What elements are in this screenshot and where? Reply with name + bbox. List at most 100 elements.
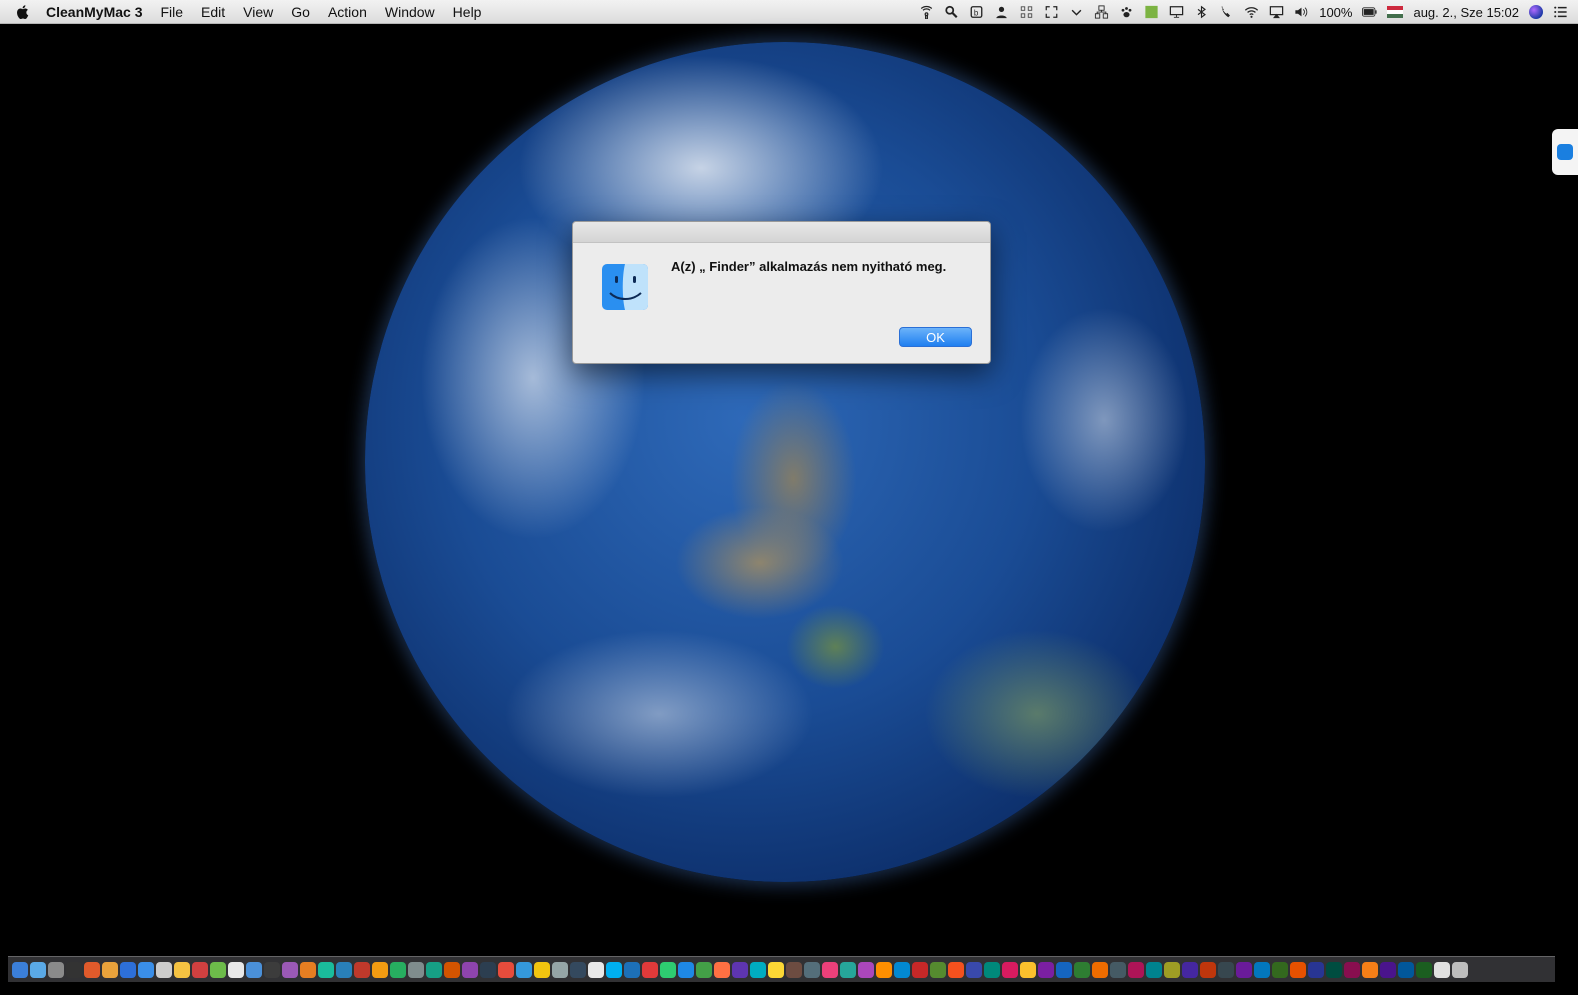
dock-app-icon[interactable] bbox=[1398, 961, 1414, 978]
dock-app-icon[interactable] bbox=[1272, 961, 1288, 978]
dock-app-icon[interactable] bbox=[1254, 961, 1270, 978]
dock-app-icon[interactable] bbox=[822, 961, 838, 978]
dock-app-icon[interactable] bbox=[642, 961, 658, 978]
dock-app-icon[interactable] bbox=[1038, 961, 1054, 978]
clock[interactable]: aug. 2., Sze 15:02 bbox=[1413, 5, 1519, 20]
teamviewer-tab[interactable] bbox=[1552, 129, 1578, 175]
dock-app-icon[interactable] bbox=[1200, 961, 1216, 978]
dock-app-icon[interactable] bbox=[696, 961, 712, 978]
dock-app-icon[interactable] bbox=[984, 961, 1000, 978]
search-tool-icon[interactable] bbox=[944, 5, 959, 19]
menu-edit[interactable]: Edit bbox=[201, 4, 225, 20]
apple-icon[interactable] bbox=[14, 3, 32, 21]
dock-app-icon[interactable] bbox=[1146, 961, 1162, 978]
ok-button[interactable]: OK bbox=[899, 327, 972, 347]
dock-app-icon[interactable] bbox=[318, 961, 334, 978]
airport-icon[interactable] bbox=[919, 5, 934, 19]
dock-app-icon[interactable] bbox=[1182, 961, 1198, 978]
wifi-icon[interactable] bbox=[1244, 5, 1259, 19]
dock-app-icon[interactable] bbox=[120, 961, 136, 978]
dock-app-icon[interactable] bbox=[246, 961, 262, 978]
dock-app-icon[interactable] bbox=[1380, 961, 1396, 978]
dock-app-icon[interactable] bbox=[552, 961, 568, 978]
battery-icon[interactable] bbox=[1362, 5, 1378, 19]
dock-app-icon[interactable] bbox=[480, 961, 496, 978]
menu-file[interactable]: File bbox=[160, 4, 183, 20]
dock-app-icon[interactable] bbox=[840, 961, 856, 978]
dock-app-icon[interactable] bbox=[1308, 961, 1324, 978]
dock-app-icon[interactable] bbox=[1218, 961, 1234, 978]
dock-app-icon[interactable] bbox=[1128, 961, 1144, 978]
dock-app-icon[interactable] bbox=[1326, 961, 1342, 978]
dock-app-icon[interactable] bbox=[228, 961, 244, 978]
dock-app-icon[interactable] bbox=[372, 961, 388, 978]
dock-app-icon[interactable] bbox=[516, 961, 532, 978]
menu-action[interactable]: Action bbox=[328, 4, 367, 20]
dialog-titlebar[interactable] bbox=[573, 222, 990, 243]
dock-app-icon[interactable] bbox=[498, 961, 514, 978]
dock-app-icon[interactable] bbox=[84, 961, 100, 978]
menu-app-name[interactable]: CleanMyMac 3 bbox=[46, 4, 142, 20]
battery-percent[interactable]: 100% bbox=[1319, 5, 1352, 20]
dock-app-icon[interactable] bbox=[282, 961, 298, 978]
dock-app-icon[interactable] bbox=[1452, 961, 1468, 978]
phone-icon[interactable] bbox=[1219, 5, 1234, 19]
siri-icon[interactable] bbox=[1529, 5, 1543, 19]
dock-app-icon[interactable] bbox=[606, 961, 622, 978]
menu-view[interactable]: View bbox=[243, 4, 273, 20]
dock-app-icon[interactable] bbox=[408, 961, 424, 978]
dock-app-icon[interactable] bbox=[48, 961, 64, 978]
dock-app-icon[interactable] bbox=[804, 961, 820, 978]
menu-help[interactable]: Help bbox=[453, 4, 482, 20]
dock-app-icon[interactable] bbox=[678, 961, 694, 978]
dock-app-icon[interactable] bbox=[390, 961, 406, 978]
dock-app-icon[interactable] bbox=[192, 961, 208, 978]
dock-app-icon[interactable] bbox=[966, 961, 982, 978]
dock-app-icon[interactable] bbox=[894, 961, 910, 978]
dock-app-icon[interactable] bbox=[858, 961, 874, 978]
dock-app-icon[interactable] bbox=[948, 961, 964, 978]
dock-app-icon[interactable] bbox=[138, 961, 154, 978]
dock-app-icon[interactable] bbox=[660, 961, 676, 978]
chevron-down-icon[interactable] bbox=[1069, 5, 1084, 19]
dock-app-icon[interactable] bbox=[354, 961, 370, 978]
paw-icon[interactable] bbox=[1119, 5, 1134, 19]
network-icon[interactable] bbox=[1094, 5, 1109, 19]
dock-app-icon[interactable] bbox=[1056, 961, 1072, 978]
dock-app-icon[interactable] bbox=[426, 961, 442, 978]
input-source-flag-icon[interactable] bbox=[1387, 6, 1404, 18]
dock-app-icon[interactable] bbox=[1236, 961, 1252, 978]
dock-app-icon[interactable] bbox=[588, 961, 604, 978]
dock-app-icon[interactable] bbox=[1344, 961, 1360, 978]
dock-app-icon[interactable] bbox=[732, 961, 748, 978]
dock-app-icon[interactable] bbox=[300, 961, 316, 978]
dock-app-icon[interactable] bbox=[30, 961, 46, 978]
airplay-icon[interactable] bbox=[1269, 5, 1284, 19]
dock-app-icon[interactable] bbox=[534, 961, 550, 978]
bluetooth-icon[interactable] bbox=[1194, 5, 1209, 19]
dock-app-icon[interactable] bbox=[1110, 961, 1126, 978]
dock-app-icon[interactable] bbox=[768, 961, 784, 978]
dock-app-icon[interactable] bbox=[912, 961, 928, 978]
dock-app-icon[interactable] bbox=[444, 961, 460, 978]
dock-app-icon[interactable] bbox=[12, 961, 28, 978]
clipboard-icon[interactable]: b bbox=[969, 5, 984, 19]
expand-icon[interactable] bbox=[1044, 5, 1059, 19]
dock-app-icon[interactable] bbox=[1020, 961, 1036, 978]
dock-app-icon[interactable] bbox=[1434, 961, 1450, 978]
dock-app-icon[interactable] bbox=[876, 961, 892, 978]
green-app-icon[interactable] bbox=[1144, 5, 1159, 19]
dock-app-icon[interactable] bbox=[210, 961, 226, 978]
dock-app-icon[interactable] bbox=[1164, 961, 1180, 978]
dock-app-icon[interactable] bbox=[1416, 961, 1432, 978]
user-icon[interactable] bbox=[994, 5, 1009, 19]
dock-app-icon[interactable] bbox=[462, 961, 478, 978]
dock-app-icon[interactable] bbox=[750, 961, 766, 978]
dock-app-icon[interactable] bbox=[156, 961, 172, 978]
notification-center-icon[interactable] bbox=[1553, 5, 1568, 19]
dock-app-icon[interactable] bbox=[336, 961, 352, 978]
dock-app-icon[interactable] bbox=[1002, 961, 1018, 978]
dock-app-icon[interactable] bbox=[102, 961, 118, 978]
menu-go[interactable]: Go bbox=[291, 4, 310, 20]
dock-app-icon[interactable] bbox=[786, 961, 802, 978]
